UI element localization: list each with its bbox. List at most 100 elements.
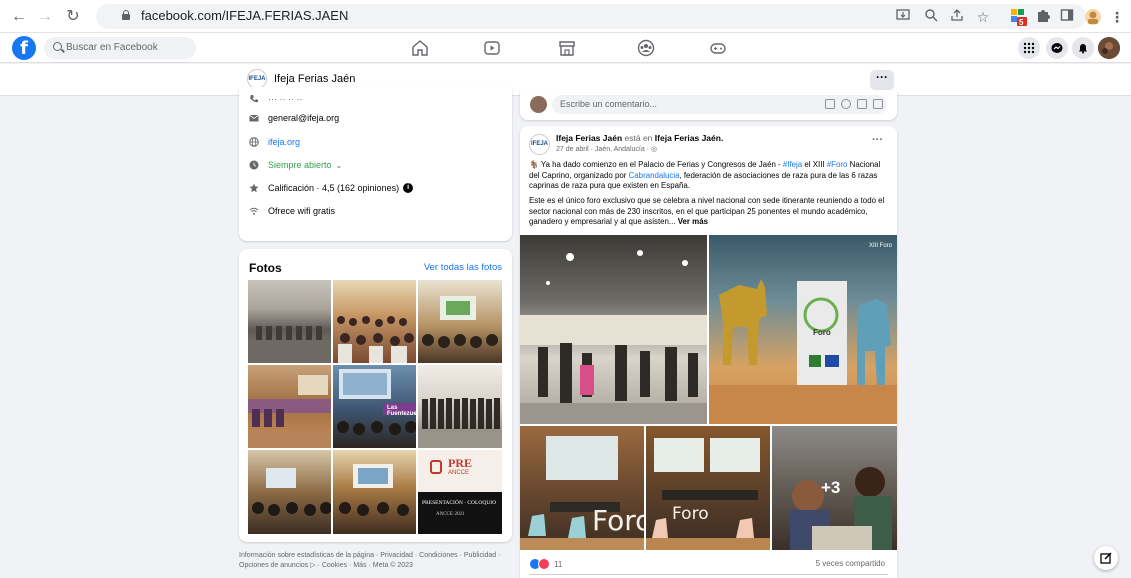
photo-thumbnail[interactable]: Las Fuentezuelas bbox=[333, 365, 416, 448]
phone-icon bbox=[249, 94, 259, 104]
post-meta[interactable]: 27 de abril · Jaén, Andalucía · bbox=[556, 146, 649, 153]
compose-icon bbox=[1100, 552, 1112, 564]
mention-link[interactable]: Cabrandalucia bbox=[629, 171, 680, 180]
sidepanel-icon[interactable] bbox=[1058, 8, 1076, 26]
groups-icon[interactable] bbox=[636, 38, 656, 58]
info-circle-icon[interactable]: i bbox=[403, 183, 414, 193]
menu-grid-icon[interactable] bbox=[1018, 37, 1040, 59]
photo-thumbnail[interactable] bbox=[248, 365, 331, 448]
shares-count[interactable]: 5 veces compartido bbox=[816, 559, 885, 568]
lock-icon[interactable] bbox=[122, 10, 130, 20]
messenger-icon[interactable] bbox=[1046, 37, 1068, 59]
comment-placeholder: Escribe un comentario... bbox=[560, 99, 658, 109]
post-photo[interactable]: Foro bbox=[646, 426, 770, 550]
new-message-button[interactable] bbox=[1094, 546, 1118, 570]
photo-thumbnail[interactable] bbox=[333, 280, 416, 363]
avatar-sticker-icon[interactable] bbox=[825, 99, 835, 109]
account-avatar[interactable] bbox=[1098, 37, 1120, 59]
footer-line[interactable]: Información sobre estadísticas de la pág… bbox=[239, 551, 509, 561]
chevron-down-icon[interactable]: ⌄ bbox=[336, 161, 343, 170]
website-row[interactable]: ifeja.org bbox=[249, 134, 300, 150]
gif-icon[interactable] bbox=[873, 99, 883, 109]
post-photo[interactable]: +3 bbox=[772, 426, 897, 550]
gaming-icon[interactable] bbox=[708, 38, 728, 58]
email-text[interactable]: general@ifeja.org bbox=[268, 113, 339, 123]
goat-icon: 🐐 bbox=[529, 160, 539, 169]
post-location-name[interactable]: Ifeja Ferias Jaén. bbox=[655, 133, 724, 143]
photo-thumbnail[interactable] bbox=[418, 365, 502, 448]
post-meta-line: 27 de abril · Jaén, Andalucía · ◎ bbox=[556, 145, 657, 153]
photo-thumbnail[interactable] bbox=[333, 450, 416, 534]
rating-text: Calificación · 4,5 (162 opiniones) bbox=[268, 183, 400, 193]
install-icon[interactable] bbox=[894, 8, 912, 26]
extension-icon[interactable]: 5 bbox=[1010, 8, 1028, 27]
divider bbox=[529, 574, 888, 575]
back-arrow-icon[interactable]: ← bbox=[10, 8, 28, 26]
hashtag-link[interactable]: #Ifeja bbox=[783, 160, 802, 169]
reactions-count[interactable]: 11 bbox=[554, 560, 562, 569]
chrome-menu-icon[interactable]: ⋮ bbox=[1108, 8, 1126, 26]
page-footer-links[interactable]: Información sobre estadísticas de la pág… bbox=[239, 551, 509, 570]
post-text-paragraph-2: Este es el único foro exclusivo que se c… bbox=[529, 196, 891, 228]
photo-caption: PRE bbox=[448, 456, 472, 470]
zoom-icon[interactable] bbox=[922, 8, 940, 26]
hours-row[interactable]: Siempre abierto ⌄ bbox=[249, 157, 342, 173]
post-photo[interactable]: Foro XIII Foro bbox=[709, 235, 897, 424]
photo-thumbnail[interactable] bbox=[248, 280, 331, 363]
reload-icon[interactable]: ↻ bbox=[64, 8, 82, 26]
url-text[interactable]: facebook.com/IFEJA.FERIAS.JAEN bbox=[141, 8, 348, 23]
forward-arrow-icon[interactable]: → bbox=[36, 8, 54, 26]
photo-caption: ANCCE·2021 bbox=[436, 512, 465, 517]
post-author-name[interactable]: Ifeja Ferias Jaén bbox=[556, 133, 622, 143]
photo-thumbnail[interactable] bbox=[248, 450, 331, 534]
post-photo[interactable] bbox=[520, 235, 707, 424]
marketplace-icon[interactable] bbox=[557, 38, 577, 58]
hashtag-link[interactable]: #Foro bbox=[827, 160, 848, 169]
footer-line[interactable]: Opciones de anuncios ▷ · Cookies · Más ·… bbox=[239, 561, 509, 571]
photo-thumbnail[interactable] bbox=[418, 280, 502, 363]
photo-thumbnail[interactable]: PRE ANCCE PRESENTACIÓN · COLOQUIO ANCCE·… bbox=[418, 450, 502, 534]
post-photo[interactable]: Foro bbox=[520, 426, 644, 550]
share-icon[interactable] bbox=[948, 8, 966, 26]
post-options-button[interactable]: ··· bbox=[872, 134, 883, 146]
puzzle-icon[interactable] bbox=[1034, 8, 1052, 26]
website-link[interactable]: ifeja.org bbox=[268, 137, 300, 147]
see-more-link[interactable]: Ver más bbox=[678, 217, 708, 226]
search-input[interactable]: Buscar en Facebook bbox=[44, 37, 196, 59]
post-text-segment: Ya ha dado comienzo en el Palacio de Fer… bbox=[540, 160, 781, 169]
user-avatar bbox=[530, 96, 547, 113]
photo-caption: XIII Foro bbox=[869, 243, 893, 249]
page-name[interactable]: Ifeja Ferias Jaén bbox=[274, 73, 355, 85]
post-author-avatar[interactable]: IFEJA bbox=[529, 134, 550, 155]
hours-text[interactable]: Siempre abierto bbox=[268, 160, 332, 170]
page-logo[interactable]: IFEJA bbox=[247, 69, 267, 89]
star-icon bbox=[249, 183, 259, 193]
post-text-segment: el XIII bbox=[804, 160, 825, 169]
ancce-logo-icon bbox=[430, 460, 442, 474]
bookmark-star-icon[interactable]: ☆ bbox=[974, 8, 992, 26]
photos-title: Fotos bbox=[249, 261, 282, 275]
love-reaction-icon bbox=[538, 558, 550, 570]
camera-icon[interactable] bbox=[857, 99, 867, 109]
see-all-photos-link[interactable]: Ver todas las fotos bbox=[424, 262, 502, 273]
previous-post-comment-bar: Escribe un comentario... bbox=[520, 90, 897, 120]
profile-avatar-icon[interactable] bbox=[1084, 8, 1102, 26]
globe-icon: ◎ bbox=[650, 146, 658, 153]
photo-caption: PRESENTACIÓN · COLOQUIO bbox=[422, 500, 497, 506]
emoji-icon[interactable] bbox=[841, 99, 851, 109]
post-header-line: Ifeja Ferias Jaén está en Ifeja Ferias J… bbox=[556, 133, 723, 143]
email-row[interactable]: general@ifeja.org bbox=[249, 110, 339, 126]
facebook-logo[interactable]: f bbox=[12, 36, 36, 60]
reactions-summary[interactable]: 11 bbox=[529, 558, 562, 570]
notifications-bell-icon[interactable] bbox=[1072, 37, 1094, 59]
comment-input[interactable]: Escribe un comentario... bbox=[552, 95, 887, 114]
post-text-paragraph-1: 🐐 Ya ha dado comienzo en el Palacio de F… bbox=[529, 160, 891, 192]
search-icon bbox=[53, 42, 62, 51]
extension-badge: 5 bbox=[1019, 18, 1024, 27]
post-card: IFEJA Ifeja Ferias Jaén está en Ifeja Fe… bbox=[520, 126, 897, 578]
wifi-icon bbox=[249, 206, 259, 216]
page-more-button[interactable]: ··· bbox=[870, 70, 894, 90]
more-photos-count[interactable]: +3 bbox=[821, 478, 840, 498]
home-icon[interactable] bbox=[410, 38, 430, 58]
watch-icon[interactable] bbox=[482, 38, 502, 58]
